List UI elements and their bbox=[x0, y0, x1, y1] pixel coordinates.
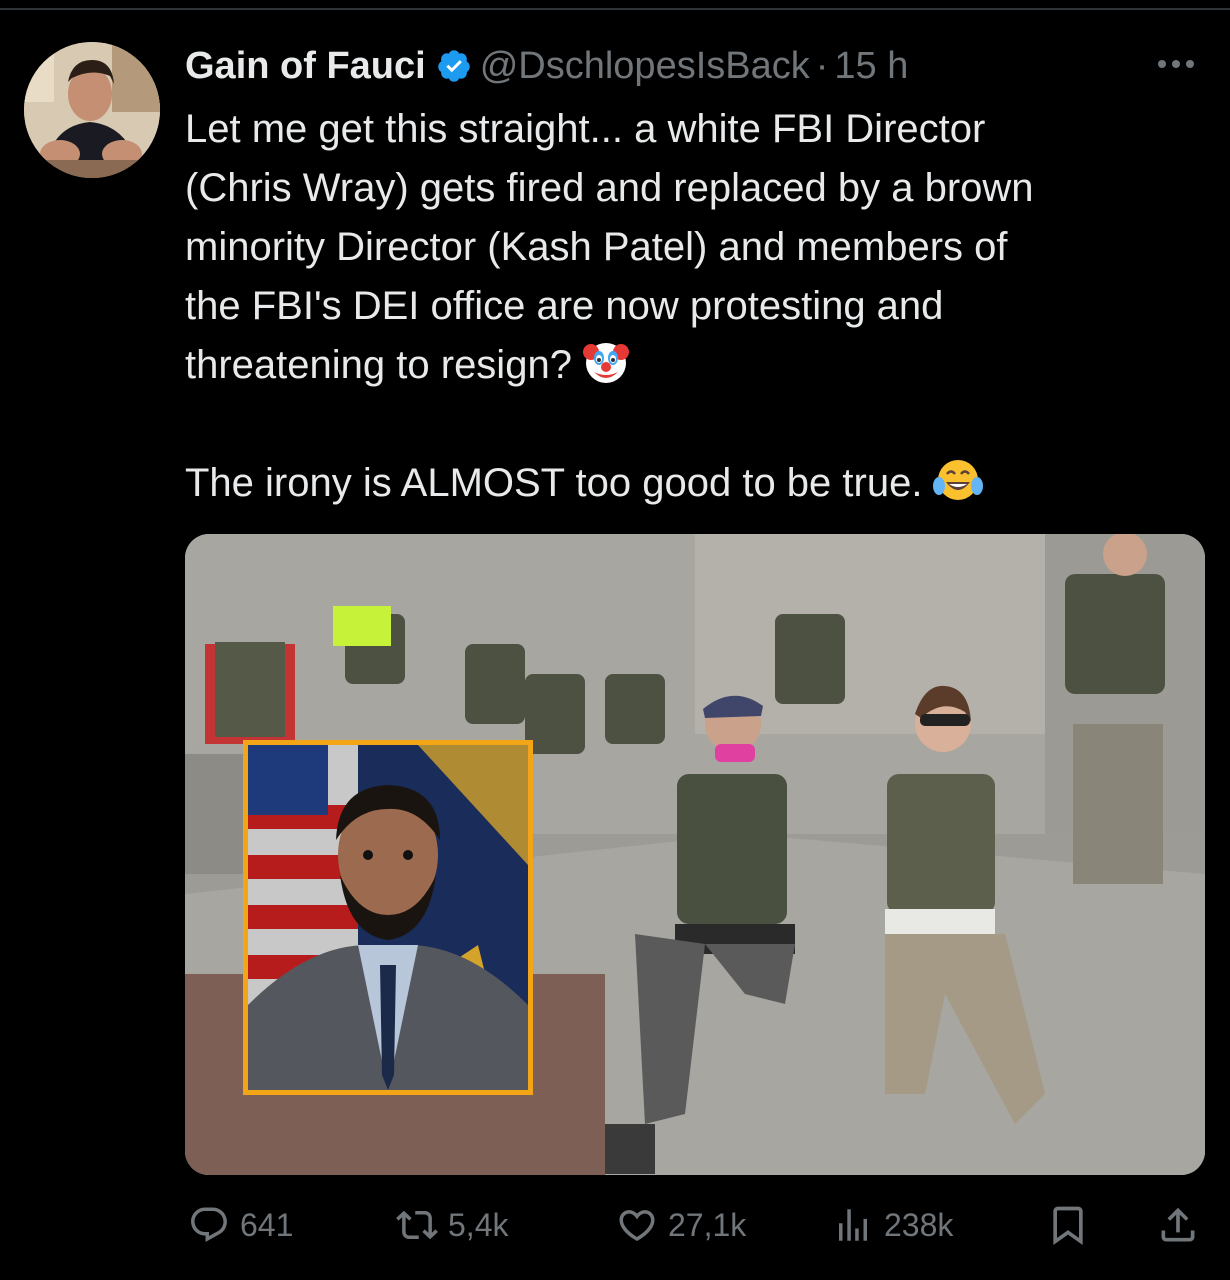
tweet-text-closing: The irony is ALMOST too good to be true. bbox=[185, 461, 923, 505]
separator: · bbox=[815, 44, 829, 87]
tweet-text: Let me get this straight... a white FBI … bbox=[185, 100, 1195, 513]
user-handle[interactable]: @DschlopesIsBack bbox=[480, 45, 810, 88]
more-options-icon[interactable] bbox=[1158, 52, 1206, 76]
views-chart-icon bbox=[839, 1209, 867, 1241]
tweet-text-line: the FBI's DEI office are now protesting … bbox=[185, 284, 944, 328]
portrait-photo bbox=[248, 745, 528, 1090]
tweet-text-line: minority Director (Kash Patel) and membe… bbox=[185, 225, 1008, 269]
tweet-text-line: threatening to resign? bbox=[185, 343, 572, 387]
repost-icon bbox=[396, 1210, 438, 1240]
repost-button[interactable]: 5,4k bbox=[396, 1195, 508, 1255]
like-count: 27,1k bbox=[668, 1206, 747, 1243]
share-icon[interactable] bbox=[1156, 1203, 1200, 1247]
tweet-text-line: Let me get this straight... a white FBI … bbox=[185, 107, 986, 151]
views-count: 238k bbox=[884, 1206, 954, 1243]
display-name[interactable]: Gain of Fauci bbox=[185, 45, 426, 88]
tweet-text-line: (Chris Wray) gets fired and replaced by … bbox=[185, 166, 1034, 210]
tweet-text-line-2: The irony is ALMOST too good to be true. bbox=[185, 454, 1195, 513]
like-button[interactable]: 27,1k bbox=[616, 1195, 746, 1255]
heart-icon bbox=[619, 1210, 655, 1242]
views-button[interactable]: 238k bbox=[832, 1195, 953, 1255]
reply-icon bbox=[191, 1207, 227, 1242]
top-divider bbox=[0, 8, 1230, 10]
inset-portrait bbox=[243, 740, 533, 1095]
tweet-media-image[interactable] bbox=[185, 534, 1205, 1175]
timestamp[interactable]: 15 h bbox=[834, 45, 908, 88]
tweet-header: Gain of Fauci @DschlopesIsBack · 15 h bbox=[185, 38, 908, 94]
avatar-image bbox=[24, 42, 160, 178]
reply-count: 641 bbox=[240, 1206, 294, 1243]
verified-badge-icon[interactable] bbox=[436, 48, 472, 84]
tears-of-joy-emoji-icon bbox=[933, 460, 984, 500]
repost-count: 5,4k bbox=[448, 1206, 509, 1243]
bookmark-icon[interactable] bbox=[1046, 1203, 1090, 1247]
tweet-text-line-last: threatening to resign? bbox=[185, 336, 1195, 395]
reply-button[interactable]: 641 bbox=[188, 1195, 293, 1255]
tweet-action-bar: 641 5,4k 27,1k 238k bbox=[0, 1195, 1230, 1255]
clown-face-emoji-icon bbox=[582, 343, 629, 383]
avatar[interactable] bbox=[24, 42, 160, 178]
